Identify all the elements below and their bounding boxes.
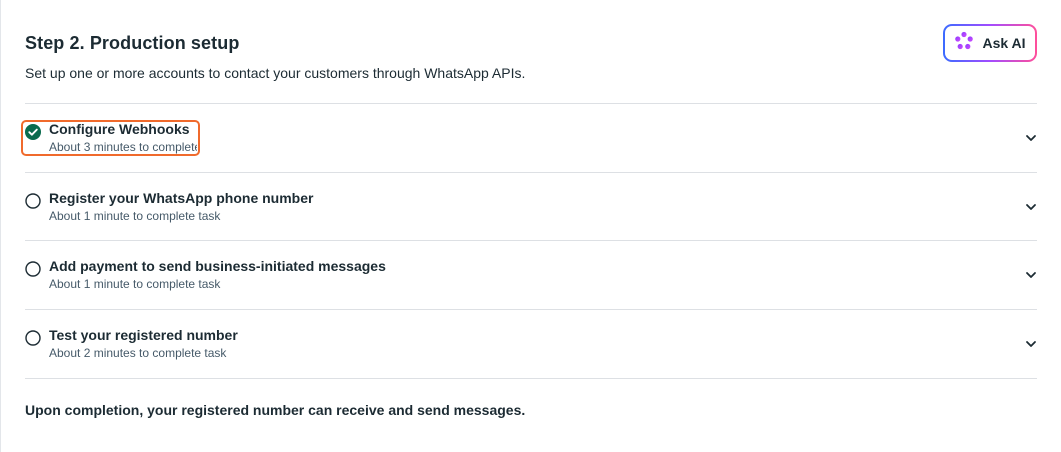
production-setup-card: Step 2. Production setup Set up one or m… <box>0 0 1061 452</box>
completion-note: Upon completion, your registered number … <box>25 402 526 418</box>
step-title: Register your WhatsApp phone number <box>49 190 314 206</box>
chevron-down-icon[interactable] <box>1025 131 1037 143</box>
chevron-down-icon[interactable] <box>1025 337 1037 349</box>
chevron-down-icon[interactable] <box>1025 200 1037 212</box>
step-register-phone-number[interactable]: Register your WhatsApp phone number Abou… <box>25 172 1037 240</box>
ask-ai-button[interactable]: Ask AI <box>943 24 1037 62</box>
sparkle-icon <box>954 31 974 56</box>
step-test-registered-number[interactable]: Test your registered number About 2 minu… <box>25 309 1037 377</box>
check-circle-icon <box>25 124 41 140</box>
divider <box>25 378 1037 379</box>
step-subtitle: About 1 minute to complete task <box>49 277 221 291</box>
step-subtitle: About 2 minutes to complete task <box>49 346 227 360</box>
chevron-down-icon[interactable] <box>1025 268 1037 280</box>
empty-circle-icon <box>25 261 41 277</box>
page-subtitle: Set up one or more accounts to contact y… <box>25 65 526 81</box>
page-title: Step 2. Production setup <box>25 33 240 53</box>
empty-circle-icon <box>25 330 41 346</box>
ask-ai-label: Ask AI <box>982 35 1026 51</box>
step-subtitle: About 1 minute to complete task <box>49 209 221 223</box>
empty-circle-icon <box>25 193 41 209</box>
step-subtitle: About 3 minutes to complete task <box>49 140 197 154</box>
step-add-payment[interactable]: Add payment to send business-initiated m… <box>25 240 1037 308</box>
step-title: Test your registered number <box>49 327 238 343</box>
step-title: Add payment to send business-initiated m… <box>49 258 386 274</box>
step-title: Configure Webhooks <box>49 121 190 137</box>
step-configure-webhooks[interactable]: Configure Webhooks About 3 minutes to co… <box>25 103 1037 171</box>
